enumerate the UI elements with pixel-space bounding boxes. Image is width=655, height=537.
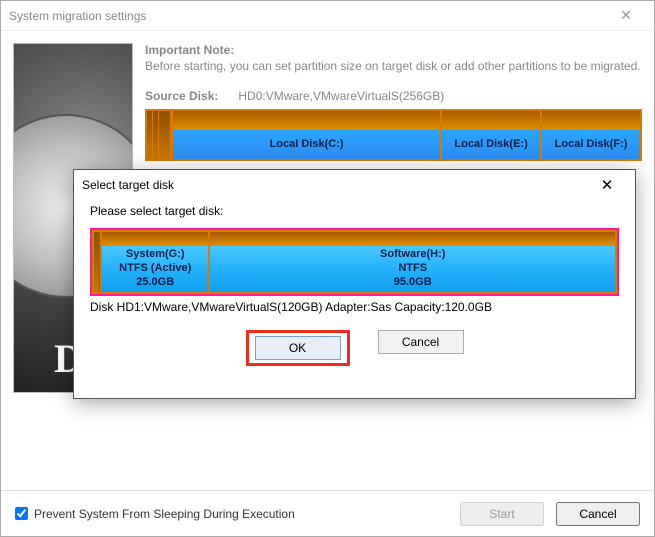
source-partition[interactable]: Local Disk(E:)	[440, 111, 540, 159]
modal-prompt: Please select target disk:	[90, 204, 619, 218]
cancel-button[interactable]: Cancel	[378, 330, 464, 354]
target-disk-bar[interactable]: System(G:)NTFS (Active)25.0GBSoftware(H:…	[92, 230, 617, 294]
start-button: Start	[460, 502, 544, 526]
partition-label: Local Disk(C:)	[173, 129, 440, 159]
partition-size: 95.0GB	[394, 276, 432, 290]
modal-titlebar: Select target disk ✕	[74, 170, 635, 200]
sleep-checkbox-text: Prevent System From Sleeping During Exec…	[34, 507, 295, 521]
target-disk-desc: Disk HD1:VMware,VMwareVirtualS(120GB) Ad…	[90, 300, 619, 314]
partition-label: Local Disk(F:)	[542, 129, 640, 159]
close-icon[interactable]: ✕	[606, 1, 646, 31]
note-text: Before starting, you can set partition s…	[145, 59, 642, 75]
partition-name: Software(H:)	[380, 248, 445, 262]
source-partition[interactable]: Local Disk(C:)	[171, 111, 440, 159]
partition-label: Local Disk(E:)	[442, 129, 540, 159]
source-partition[interactable]: Local Disk(F:)	[540, 111, 640, 159]
partition-name: System(G:)	[126, 248, 185, 262]
modal-title: Select target disk	[82, 178, 587, 192]
note-title: Important Note:	[145, 43, 642, 57]
partition-header	[210, 232, 615, 246]
cancel-button[interactable]: Cancel	[556, 502, 640, 526]
main-titlebar: System migration settings ✕	[1, 1, 654, 31]
target-disk-highlight: System(G:)NTFS (Active)25.0GBSoftware(H:…	[90, 228, 619, 296]
partition-header	[542, 111, 640, 129]
source-disk-value: HD0:VMware,VMwareVirtualS(256GB)	[238, 89, 444, 103]
target-partition[interactable]: Software(H:)NTFS95.0GB	[208, 232, 615, 292]
partition-header	[173, 111, 440, 129]
partition-label-block: Software(H:)NTFS95.0GB	[210, 246, 615, 292]
modal-button-row: OK Cancel	[90, 330, 619, 366]
source-disk-bar: Local Disk(C:)Local Disk(E:)Local Disk(F…	[145, 109, 642, 161]
partition-header	[442, 111, 540, 129]
ok-highlight: OK	[246, 330, 350, 366]
partition-fs: NTFS	[398, 262, 427, 276]
main-window: System migration settings ✕ Important No…	[0, 0, 655, 537]
ok-button[interactable]: OK	[255, 336, 341, 360]
partition-stub	[159, 111, 171, 159]
partition-header	[102, 232, 208, 246]
footer-bar: Prevent System From Sleeping During Exec…	[1, 490, 654, 536]
sleep-checkbox-label[interactable]: Prevent System From Sleeping During Exec…	[15, 507, 448, 521]
target-partition[interactable]: System(G:)NTFS (Active)25.0GB	[100, 232, 208, 292]
partition-label-block: System(G:)NTFS (Active)25.0GB	[102, 246, 208, 292]
partition-size: 25.0GB	[136, 276, 174, 290]
select-target-disk-dialog: Select target disk ✕ Please select targe…	[73, 169, 636, 399]
partition-fs: NTFS (Active)	[119, 262, 191, 276]
sleep-checkbox[interactable]	[15, 507, 28, 520]
close-icon[interactable]: ✕	[587, 170, 627, 200]
main-title: System migration settings	[9, 9, 606, 23]
modal-body: Please select target disk: System(G:)NTF…	[74, 200, 635, 376]
source-disk-label: Source Disk:	[145, 89, 218, 103]
source-disk-row: Source Disk: HD0:VMware,VMwareVirtualS(2…	[145, 89, 642, 103]
